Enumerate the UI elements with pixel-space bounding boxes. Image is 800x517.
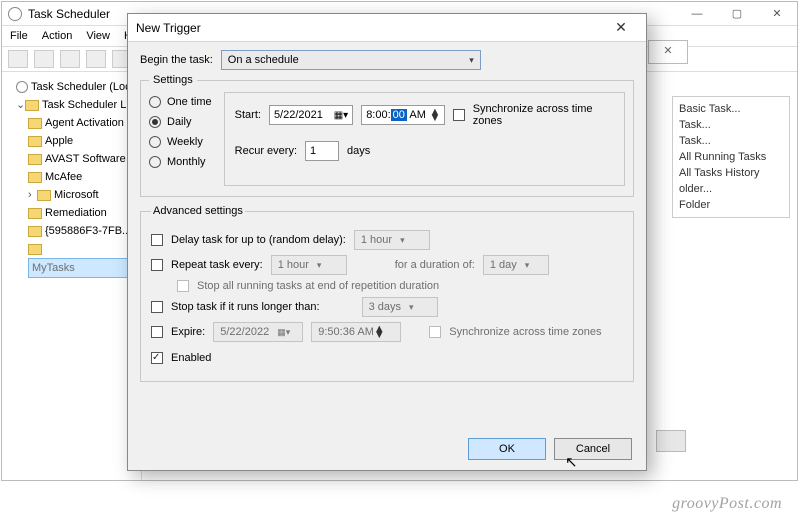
spinner-icon: ▲▼ <box>374 326 385 338</box>
tree-item-selected[interactable]: MyTasks <box>28 240 139 278</box>
folder-icon <box>28 208 42 219</box>
recur-input[interactable]: 1 <box>305 141 339 161</box>
cancel-button[interactable]: Cancel <box>554 438 632 460</box>
tree-item[interactable]: Remediation <box>28 204 139 222</box>
chevron-down-icon: ▾ <box>409 302 414 313</box>
advanced-legend: Advanced settings <box>151 205 245 217</box>
background-button[interactable] <box>656 430 686 452</box>
calendar-icon: ▦▾ <box>277 327 290 338</box>
close-button[interactable]: ✕ <box>757 2 797 26</box>
begin-task-label: Begin the task: <box>140 54 213 66</box>
radio-one-time[interactable]: One time <box>149 96 212 108</box>
menu-action[interactable]: Action <box>42 30 73 42</box>
folder-icon <box>28 172 42 183</box>
tree-item[interactable]: McAfee <box>28 168 139 186</box>
new-trigger-dialog: New Trigger ✕ Begin the task: On a sched… <box>127 13 647 471</box>
scheduler-icon <box>16 81 28 93</box>
chevron-down-icon: ▾ <box>400 235 405 246</box>
settings-legend: Settings <box>149 74 197 86</box>
sync-tz-checkbox[interactable] <box>453 109 464 121</box>
enabled-label: Enabled <box>171 352 211 364</box>
tree-item[interactable]: ›Microsoft <box>28 186 139 204</box>
toolbar-back-icon[interactable] <box>8 50 28 68</box>
background-dialog: ✕ <box>648 40 688 64</box>
toolbar-refresh-icon[interactable] <box>86 50 106 68</box>
menu-view[interactable]: View <box>86 30 110 42</box>
repeat-checkbox[interactable] <box>151 259 163 271</box>
tree-panel: Task Scheduler (Local) ⌄Task Scheduler L… <box>2 72 142 480</box>
duration-label: for a duration of: <box>395 259 475 271</box>
stop-long-checkbox[interactable] <box>151 301 163 313</box>
repeat-label: Repeat task every: <box>171 259 263 271</box>
expire-date-picker[interactable]: 5/22/2022▦▾ <box>213 322 303 342</box>
enabled-checkbox[interactable] <box>151 352 163 364</box>
tree-item[interactable]: Apple <box>28 132 139 150</box>
dialog-title: New Trigger <box>136 21 604 35</box>
settings-group: Settings One time Daily Weekly Monthly S… <box>140 74 634 197</box>
repeat-select[interactable]: 1 hour▾ <box>271 255 347 275</box>
recur-unit: days <box>347 145 370 157</box>
toolbar-forward-icon[interactable] <box>34 50 54 68</box>
expire-sync-label: Synchronize across time zones <box>449 326 601 338</box>
dialog-titlebar: New Trigger ✕ <box>128 14 646 42</box>
watermark: groovyPost.com <box>672 495 782 513</box>
delay-select[interactable]: 1 hour▾ <box>354 230 430 250</box>
toolbar-up-icon[interactable] <box>60 50 80 68</box>
stop-long-label: Stop task if it runs longer than: <box>171 301 320 313</box>
delay-checkbox[interactable] <box>151 234 163 246</box>
menu-file[interactable]: File <box>10 30 28 42</box>
start-time-picker[interactable]: 8:00:00 AM ▲▼ <box>361 105 445 125</box>
folder-icon <box>28 136 42 147</box>
folder-icon <box>25 100 39 111</box>
begin-task-value: On a schedule <box>228 54 299 66</box>
tree-root[interactable]: Task Scheduler (Local) <box>16 78 139 96</box>
folder-icon <box>28 118 42 129</box>
stop-repetition-label: Stop all running tasks at end of repetit… <box>197 280 439 292</box>
folder-icon <box>28 244 42 255</box>
close-icon[interactable]: ✕ <box>649 41 687 57</box>
folder-icon <box>28 226 42 237</box>
action-item[interactable]: All Running Tasks <box>679 149 783 165</box>
stop-long-select[interactable]: 3 days▾ <box>362 297 438 317</box>
action-item[interactable]: Task... <box>679 117 783 133</box>
expire-checkbox[interactable] <box>151 326 163 338</box>
tree-item[interactable]: {595886F3-7FB...} <box>28 222 139 240</box>
start-label: Start: <box>235 109 261 121</box>
chevron-down-icon: ▾ <box>525 260 530 271</box>
expire-label: Expire: <box>171 326 205 338</box>
expire-sync-checkbox <box>429 326 441 338</box>
action-item[interactable]: Folder <box>679 197 783 213</box>
action-item[interactable]: older... <box>679 181 783 197</box>
begin-task-combo[interactable]: On a schedule ▾ <box>221 50 481 70</box>
chevron-down-icon: ▾ <box>317 260 322 271</box>
tree-item[interactable]: AVAST Software <box>28 150 139 168</box>
radio-monthly[interactable]: Monthly <box>149 156 212 168</box>
actions-panel: Basic Task... Task... Task... All Runnin… <box>672 96 790 218</box>
spinner-icon[interactable]: ▲▼ <box>430 109 441 121</box>
minimize-button[interactable]: — <box>677 2 717 26</box>
stop-repetition-checkbox <box>177 280 189 292</box>
expire-time-picker[interactable]: 9:50:36 AM▲▼ <box>311 322 401 342</box>
sync-tz-label: Synchronize across time zones <box>473 103 614 127</box>
schedule-box: Start: 5/22/2021▦▾ 8:00:00 AM ▲▼ Synchro… <box>224 92 625 186</box>
tree-item[interactable]: Agent Activation <box>28 114 139 132</box>
folder-icon <box>28 154 42 165</box>
clock-icon <box>8 7 22 21</box>
action-item[interactable]: Task... <box>679 133 783 149</box>
ok-button[interactable]: OK <box>468 438 546 460</box>
radio-weekly[interactable]: Weekly <box>149 136 212 148</box>
dialog-close-button[interactable]: ✕ <box>604 19 638 36</box>
recur-label: Recur every: <box>235 145 297 157</box>
duration-select[interactable]: 1 day▾ <box>483 255 549 275</box>
folder-icon <box>37 190 51 201</box>
action-item[interactable]: Basic Task... <box>679 101 783 117</box>
action-item[interactable]: All Tasks History <box>679 165 783 181</box>
delay-label: Delay task for up to (random delay): <box>171 234 346 246</box>
maximize-button[interactable]: ▢ <box>717 2 757 26</box>
radio-daily[interactable]: Daily <box>149 116 212 128</box>
advanced-settings-group: Advanced settings Delay task for up to (… <box>140 205 634 382</box>
chevron-down-icon: ▾ <box>469 55 474 66</box>
start-date-picker[interactable]: 5/22/2021▦▾ <box>269 105 353 125</box>
